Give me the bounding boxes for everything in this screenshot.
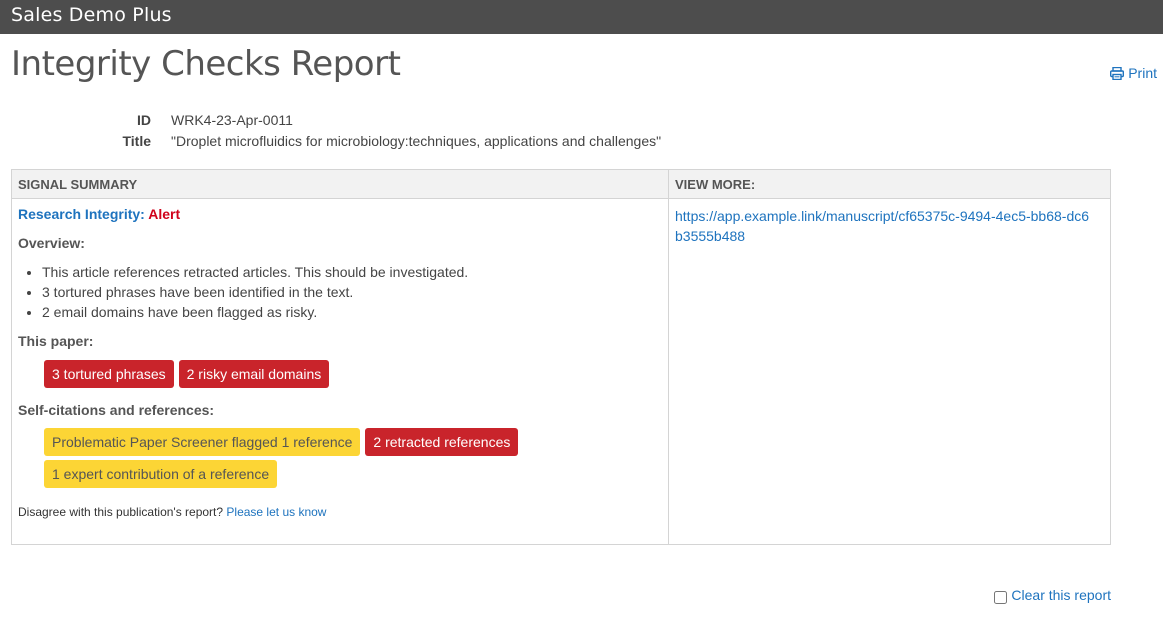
signal-summary-header: SIGNAL SUMMARY xyxy=(12,170,669,199)
overview-item: 3 tortured phrases have been identified … xyxy=(42,283,658,303)
feedback-link[interactable]: Please let us know xyxy=(226,505,326,519)
this-paper-label: This paper: xyxy=(18,333,94,349)
problematic-paper-screener-badge[interactable]: Problematic Paper Screener flagged 1 ref… xyxy=(44,428,361,456)
report-table: SIGNAL SUMMARY VIEW MORE: Research Integ… xyxy=(11,169,1111,545)
research-integrity-status: Alert xyxy=(148,206,181,222)
printer-icon xyxy=(1110,66,1125,80)
overview-label: Overview: xyxy=(18,235,85,251)
paper-badges: 3 tortured phrases 2 risky email domains xyxy=(44,360,544,388)
meta-row-title: Title "Droplet microfluidics for microbi… xyxy=(0,130,800,151)
signal-summary-body: Research Integrity: Alert Overview: This… xyxy=(18,206,658,519)
view-more-body: https://app.example.link/manuscript/cf65… xyxy=(675,206,1095,246)
manuscript-link[interactable]: https://app.example.link/manuscript/cf65… xyxy=(675,208,1089,244)
top-bar: Sales Demo Plus xyxy=(0,0,1163,34)
print-button[interactable]: Print xyxy=(1110,65,1157,81)
disagree-text: Disagree with this publication's report? xyxy=(18,505,224,519)
meta-title-value: "Droplet microfluidics for microbiology:… xyxy=(171,132,662,149)
research-integrity-separator: : xyxy=(140,206,145,222)
overview-item: 2 email domains have been flagged as ris… xyxy=(42,303,658,323)
expert-contribution-badge[interactable]: 1 expert contribution of a reference xyxy=(44,460,278,488)
reference-badges: Problematic Paper Screener flagged 1 ref… xyxy=(44,428,544,488)
app-title: Sales Demo Plus xyxy=(11,4,172,26)
page-title: Integrity Checks Report xyxy=(11,44,401,84)
risky-email-domains-badge[interactable]: 2 risky email domains xyxy=(178,360,330,388)
view-more-header: VIEW MORE: xyxy=(669,170,1110,199)
clear-report-label[interactable]: Clear this report xyxy=(1011,587,1111,603)
column-divider xyxy=(668,199,669,544)
meta-id-label: ID xyxy=(137,111,151,128)
self-citations-label: Self-citations and references: xyxy=(18,402,215,418)
overview-list: This article references retracted articl… xyxy=(18,263,658,323)
retracted-references-badge[interactable]: 2 retracted references xyxy=(365,428,519,456)
meta-row-id: ID WRK4-23-Apr-0011 xyxy=(0,109,800,130)
disagree-line: Disagree with this publication's report?… xyxy=(18,505,658,519)
meta-title-label: Title xyxy=(122,132,151,149)
research-integrity-label: Research Integrity xyxy=(18,206,141,222)
clear-report-checkbox[interactable] xyxy=(994,590,1008,604)
clear-report-control[interactable]: Clear this report xyxy=(994,587,1111,604)
tortured-phrases-badge[interactable]: 3 tortured phrases xyxy=(44,360,174,388)
report-meta: ID WRK4-23-Apr-0011 Title "Droplet micro… xyxy=(0,109,800,151)
research-integrity-line: Research Integrity: Alert xyxy=(18,206,658,222)
overview-item: This article references retracted articl… xyxy=(42,263,658,283)
meta-id-value: WRK4-23-Apr-0011 xyxy=(171,111,293,128)
print-label: Print xyxy=(1128,65,1157,81)
